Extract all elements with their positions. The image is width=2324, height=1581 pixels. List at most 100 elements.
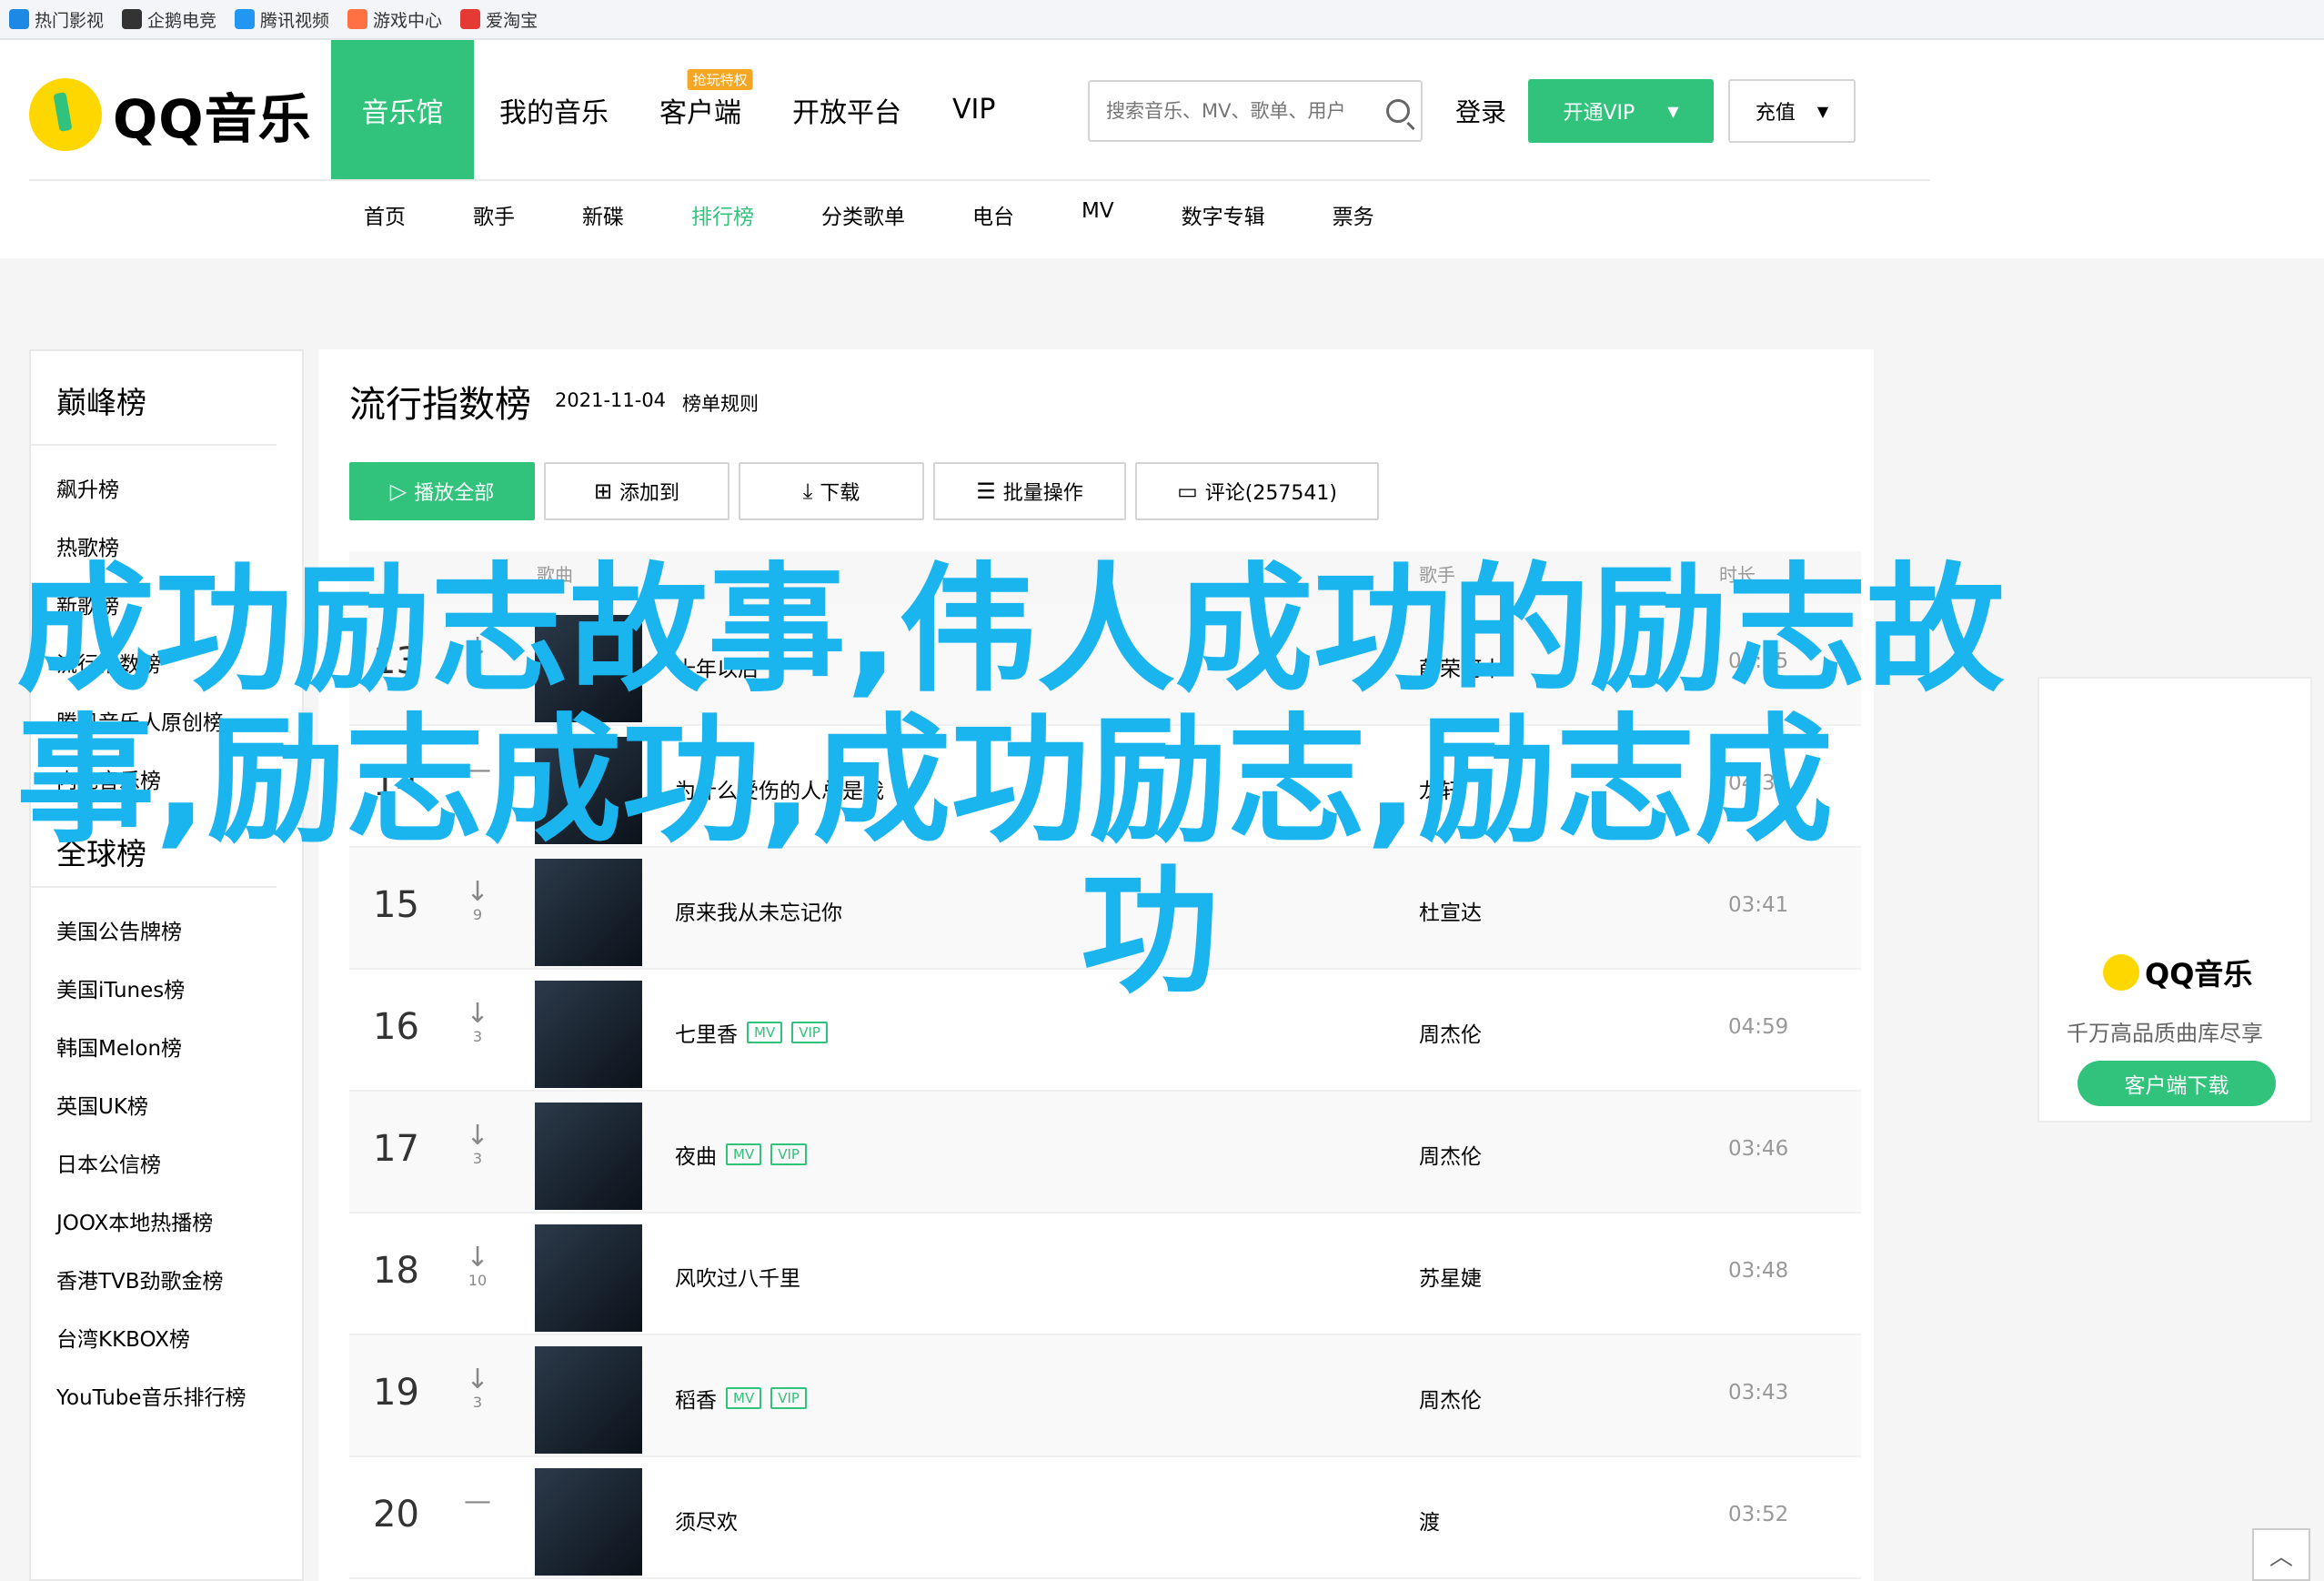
- sidebar-item[interactable]: 台湾KKBOX榜: [31, 1308, 302, 1366]
- song-name: 风吹过八千里: [675, 1267, 800, 1291]
- album-cover[interactable]: [535, 1224, 642, 1332]
- rank-change: —: [464, 1488, 491, 1516]
- search-input[interactable]: [1106, 100, 1379, 122]
- chart-toolbar: ▷ 播放全部 ⊞ 添加到 ⤓ 下载 ☰ 批量操作 ▭ 评论(257541): [349, 462, 1388, 520]
- singer-name[interactable]: 渡: [1419, 1505, 1440, 1536]
- subnav-home[interactable]: 首页: [364, 199, 406, 230]
- album-cover[interactable]: [535, 1103, 642, 1210]
- song-title[interactable]: 须尽欢: [675, 1505, 738, 1536]
- overlay-line-3: 功: [1081, 851, 1219, 1012]
- music-note-logo-icon: [29, 78, 102, 151]
- comments-button[interactable]: ▭ 评论(257541): [1135, 462, 1379, 520]
- search-icon[interactable]: [1386, 99, 1410, 123]
- nav-client-label: 客户端: [659, 96, 741, 129]
- song-title[interactable]: 七里香 MV VIP: [675, 1017, 828, 1048]
- bookmark-label: 游戏中心: [373, 10, 443, 31]
- charge-button[interactable]: 充值 ▼: [1728, 79, 1856, 143]
- rank-change-value: 10: [468, 1272, 488, 1289]
- table-row[interactable]: 19 ↓ 3 稻香 MV VIP 周杰伦 03:43: [349, 1335, 1861, 1457]
- rank-number: 20: [373, 1494, 419, 1536]
- song-duration: 03:52: [1728, 1503, 1789, 1526]
- chart-date: 2021-11-04: [555, 389, 667, 411]
- subnav-tickets[interactable]: 票务: [1333, 199, 1374, 230]
- chevron-up-icon: ︿: [2269, 1543, 2293, 1571]
- mv-tag[interactable]: MV: [747, 1022, 783, 1043]
- subnav-radio[interactable]: 电台: [972, 199, 1014, 230]
- download-button[interactable]: ⤓ 下载: [739, 462, 924, 520]
- singer-name[interactable]: 周杰伦: [1419, 1139, 1482, 1170]
- bookmark-label: 腾讯视频: [260, 10, 330, 31]
- main-nav: 音乐馆 我的音乐 客户端 抢玩特权 开放平台 VIP: [331, 40, 1021, 179]
- sidebar-item[interactable]: 韩国Melon榜: [31, 1017, 302, 1075]
- overlay-headline: 成功励志故事,伟人成功的励志故 事,励志成功,成功励志,励志成 功: [16, 555, 2272, 1008]
- bookmark-favicon-icon: [460, 9, 481, 29]
- logo[interactable]: QQ音乐: [29, 76, 312, 153]
- sidebar-item[interactable]: JOOX本地热播榜: [31, 1192, 302, 1250]
- table-row[interactable]: 20 — 须尽欢 渡 03:52: [349, 1457, 1861, 1579]
- sidebar-item[interactable]: 飙升榜: [31, 458, 302, 517]
- bookmark-favicon-icon: [347, 9, 368, 29]
- bookmark-4[interactable]: 爱淘宝: [460, 7, 538, 32]
- song-title[interactable]: 稻香 MV VIP: [675, 1383, 807, 1414]
- singer-name[interactable]: 周杰伦: [1419, 1017, 1482, 1048]
- table-row[interactable]: 17 ↓ 3 夜曲 MV VIP 周杰伦 03:46: [349, 1092, 1861, 1213]
- nav-open-platform[interactable]: 开放平台: [767, 40, 927, 179]
- mv-tag[interactable]: MV: [726, 1143, 762, 1165]
- bookmark-2[interactable]: 腾讯视频: [235, 7, 329, 32]
- sidebar-item[interactable]: YouTube音乐排行榜: [31, 1366, 302, 1425]
- subnav-new-albums[interactable]: 新碟: [582, 199, 624, 230]
- table-row[interactable]: 18 ↓ 10 风吹过八千里 苏星婕 03:48: [349, 1213, 1861, 1335]
- page-title: 流行指数榜: [349, 384, 531, 426]
- subnav-charts[interactable]: 排行榜: [691, 199, 754, 230]
- overlay-line-1: 成功励志故事,伟人成功的励志故: [16, 549, 2005, 710]
- rank-change: ↓ 10: [464, 1244, 491, 1290]
- download-icon: ⤓: [802, 478, 813, 504]
- subnav-playlists[interactable]: 分类歌单: [821, 199, 905, 230]
- nav-my-music[interactable]: 我的音乐: [474, 40, 634, 179]
- vip-tag: VIP: [791, 1022, 828, 1043]
- nav-music-hall[interactable]: 音乐馆: [331, 40, 474, 179]
- mv-tag[interactable]: MV: [726, 1387, 762, 1409]
- bookmark-1[interactable]: 企鹅电竞: [122, 7, 216, 32]
- sidebar-item[interactable]: 英国UK榜: [31, 1075, 302, 1133]
- subnav-singers[interactable]: 歌手: [473, 199, 515, 230]
- site-header: QQ音乐 音乐馆 我的音乐 客户端 抢玩特权 开放平台 VIP 登录 开通VIP ▼…: [0, 40, 2324, 258]
- subnav-mv[interactable]: MV: [1082, 199, 1114, 230]
- song-name: 稻香: [675, 1389, 717, 1413]
- open-vip-button[interactable]: 开通VIP ▼: [1528, 79, 1714, 143]
- play-all-button[interactable]: ▷ 播放全部: [349, 462, 535, 520]
- sub-nav: 首页 歌手 新碟 排行榜 分类歌单 电台 MV 数字专辑 票务: [364, 199, 1442, 230]
- subnav-digital-albums[interactable]: 数字专辑: [1182, 199, 1265, 230]
- bookmark-3[interactable]: 游戏中心: [347, 7, 442, 32]
- login-link[interactable]: 登录: [1455, 93, 1506, 129]
- search-box: [1088, 80, 1423, 142]
- bookmark-favicon-icon: [235, 9, 256, 29]
- hot-badge: 抢玩特权: [687, 69, 753, 90]
- ad-slogan: 千万高品质曲库尽享: [2067, 1021, 2263, 1046]
- song-duration: 03:46: [1728, 1137, 1789, 1161]
- album-cover[interactable]: [535, 1346, 642, 1454]
- nav-vip[interactable]: VIP: [927, 40, 1021, 179]
- comments-label: 评论(257541): [1204, 482, 1337, 505]
- vip-tag: VIP: [770, 1143, 807, 1165]
- singer-name[interactable]: 周杰伦: [1419, 1383, 1482, 1414]
- album-cover[interactable]: [535, 1468, 642, 1576]
- song-duration: 04:59: [1728, 1015, 1789, 1039]
- song-duration: 03:43: [1728, 1381, 1789, 1405]
- client-download-button[interactable]: 客户端下载: [2078, 1061, 2276, 1106]
- sidebar-item[interactable]: 香港TVB劲歌金榜: [31, 1250, 302, 1308]
- nav-client[interactable]: 客户端 抢玩特权: [634, 40, 767, 179]
- singer-name[interactable]: 苏星婕: [1419, 1261, 1482, 1292]
- batch-button[interactable]: ☰ 批量操作: [933, 462, 1126, 520]
- bookmark-favicon-icon: [122, 9, 143, 29]
- rank-change: ↓ 3: [464, 1123, 491, 1168]
- header-divider: [29, 179, 1930, 181]
- sidebar-item[interactable]: 日本公信榜: [31, 1133, 302, 1192]
- chart-rules-link[interactable]: 榜单规则: [682, 389, 759, 417]
- song-title[interactable]: 风吹过八千里: [675, 1261, 800, 1292]
- overlay-line-2: 事,励志成功,成功励志,励志成: [16, 700, 1834, 861]
- bookmark-0[interactable]: 热门影视: [9, 7, 104, 32]
- add-to-button[interactable]: ⊞ 添加到: [544, 462, 729, 520]
- back-to-top-button[interactable]: ︿: [2252, 1528, 2310, 1581]
- song-title[interactable]: 夜曲 MV VIP: [675, 1139, 807, 1170]
